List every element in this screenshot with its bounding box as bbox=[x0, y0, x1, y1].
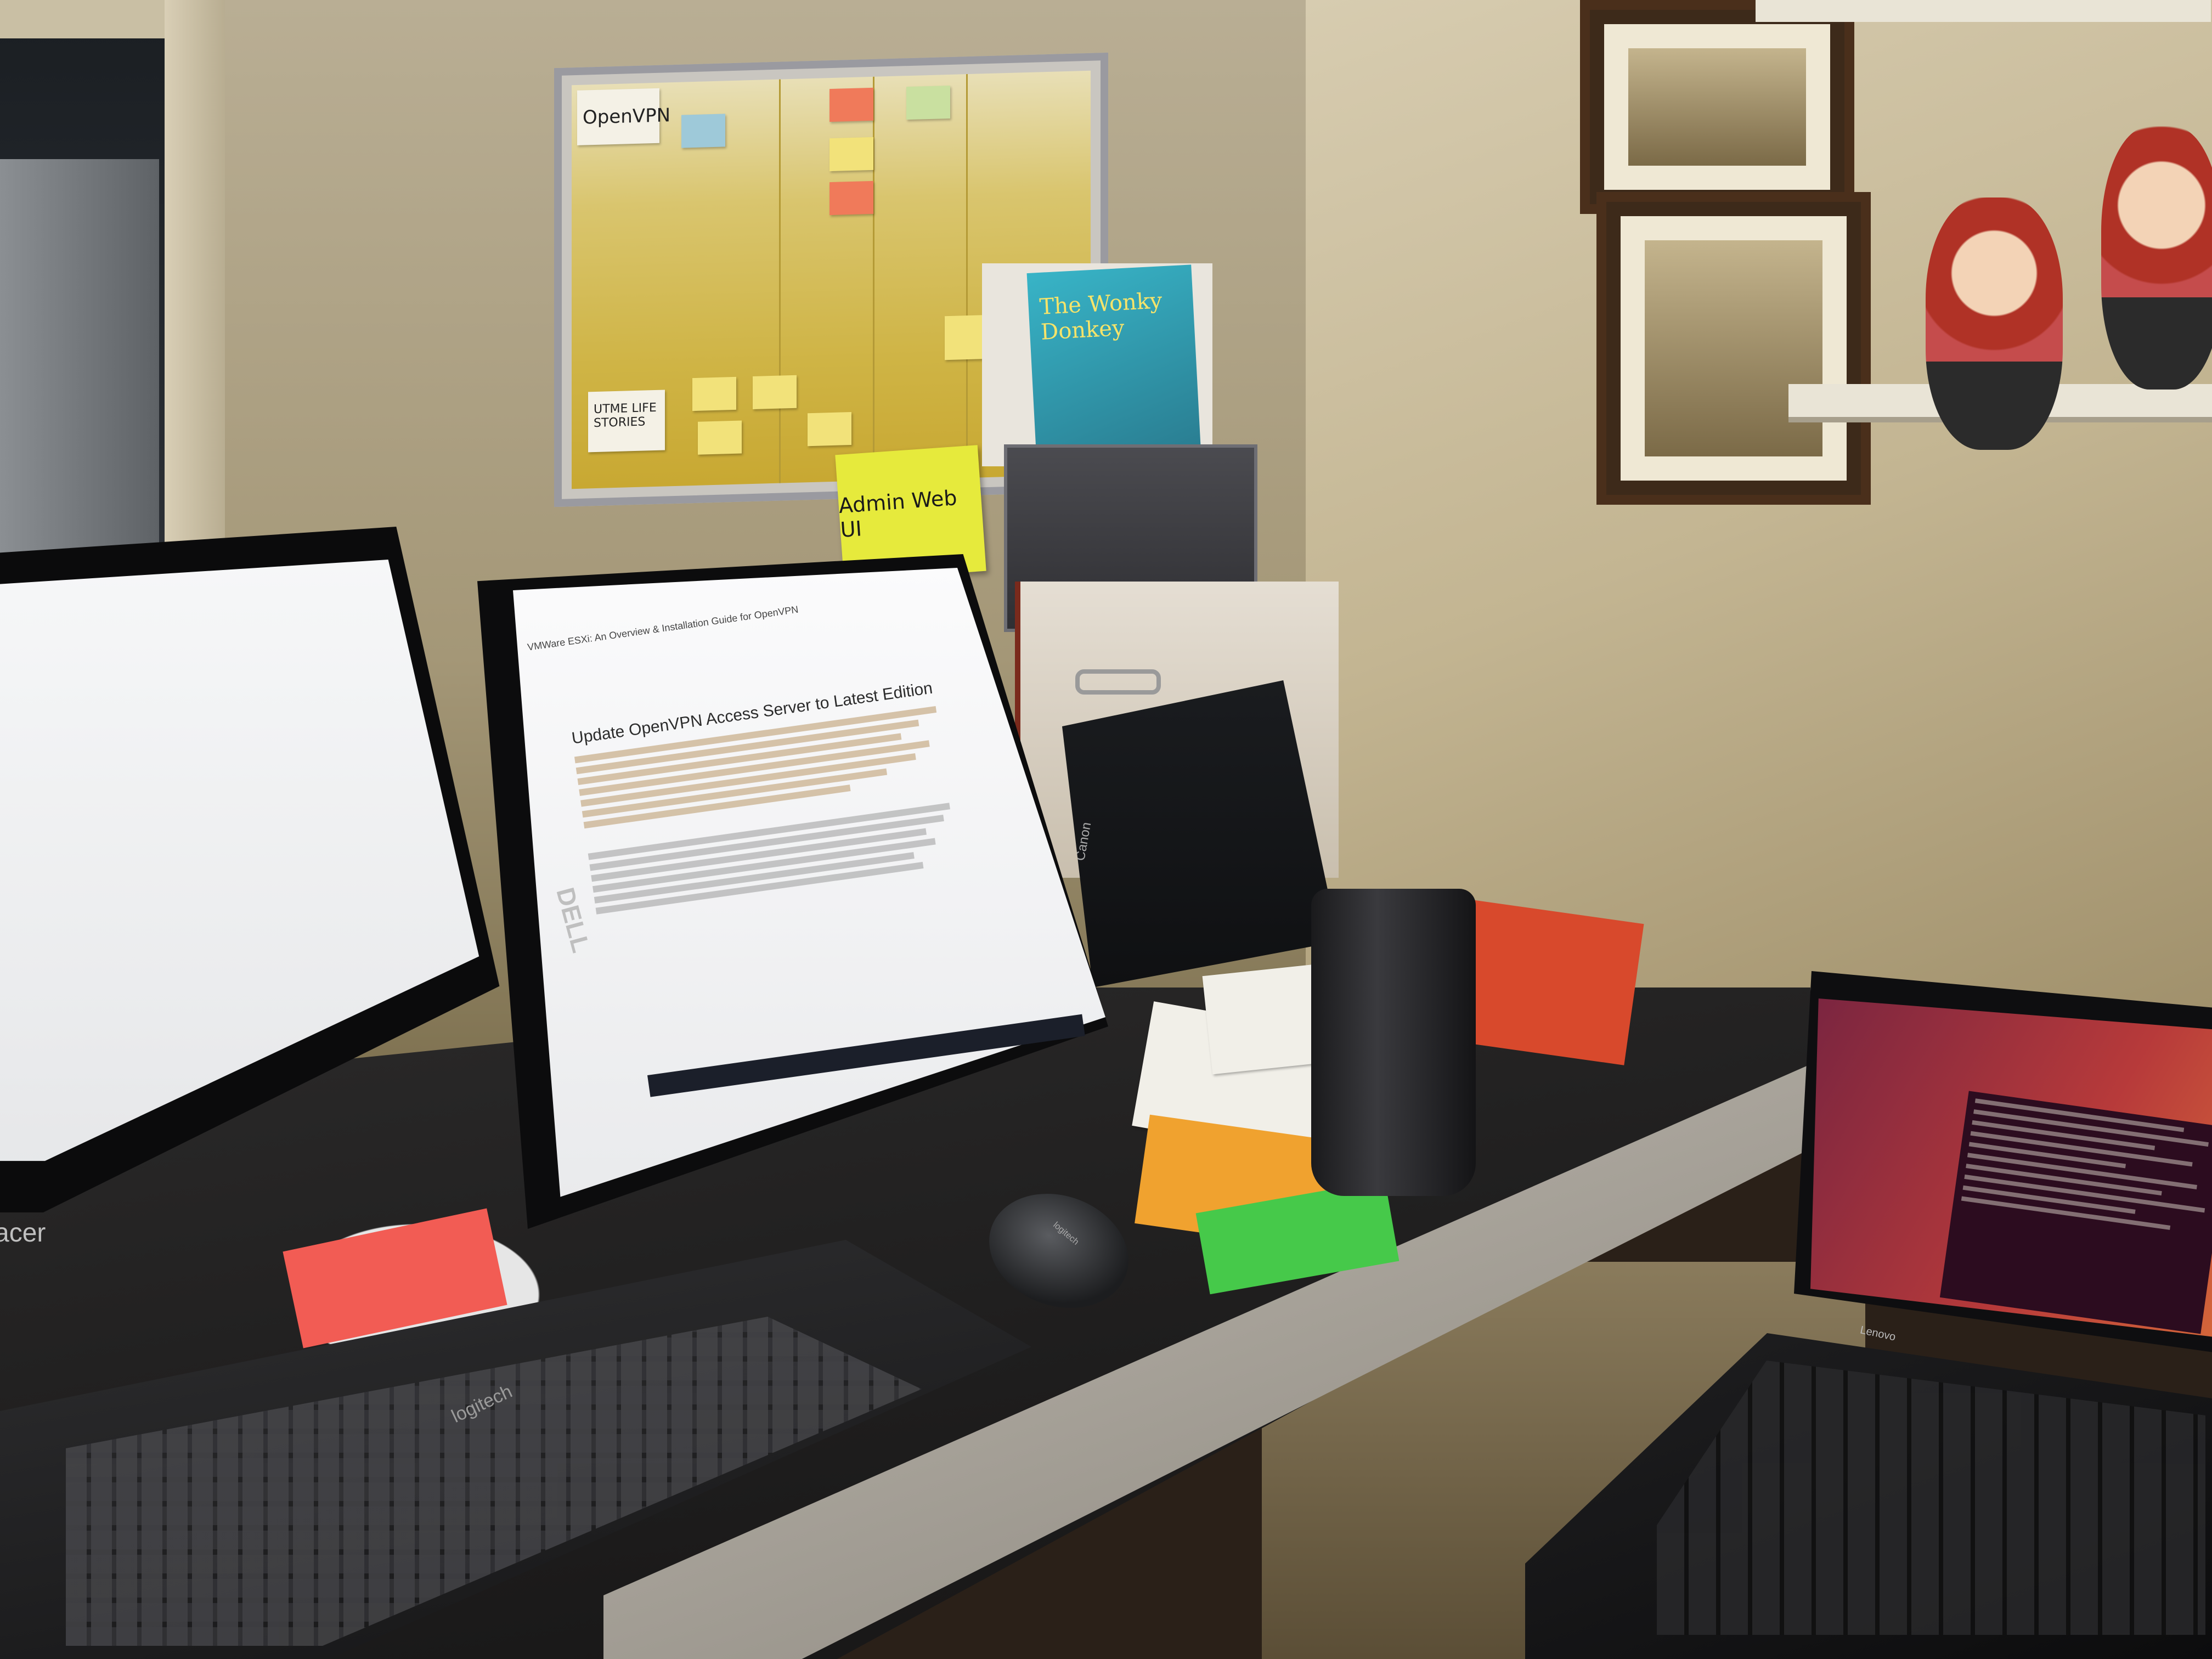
upper-shelf bbox=[1756, 0, 2211, 22]
childrens-book: The Wonky Donkey bbox=[1026, 264, 1201, 454]
picture-frame bbox=[1596, 192, 1871, 505]
framed-photo bbox=[1645, 240, 1822, 456]
desk-scene-photo: OpenVPN UTME LIFE STORIES Admin Web UI T… bbox=[0, 0, 2212, 1659]
sticky-note bbox=[830, 137, 873, 172]
board-lower-label: UTME LIFE STORIES bbox=[594, 400, 657, 431]
board-divider bbox=[966, 74, 968, 478]
sticky-note bbox=[753, 375, 797, 409]
sticky-note bbox=[906, 85, 950, 120]
sticky-note bbox=[698, 420, 742, 455]
cabinet-handle bbox=[1075, 669, 1161, 695]
board-divider bbox=[779, 79, 781, 483]
board-header-note: OpenVPN bbox=[577, 88, 670, 145]
book-title: The Wonky Donkey bbox=[1039, 288, 1163, 345]
refrigerator bbox=[0, 159, 159, 554]
left-monitor-brand: acer bbox=[0, 1218, 46, 1248]
sticky-note bbox=[808, 411, 851, 447]
picture-frame bbox=[1580, 0, 1854, 214]
sticky-note bbox=[830, 87, 873, 122]
rag-doll bbox=[1926, 198, 2063, 450]
sticky-note bbox=[681, 114, 725, 148]
rag-doll bbox=[2101, 126, 2212, 390]
black-tumbler-cup bbox=[1311, 889, 1476, 1196]
door-frame bbox=[165, 0, 225, 576]
framed-photo bbox=[1628, 48, 1806, 166]
sticky-note bbox=[692, 376, 736, 411]
board-header-label: OpenVPN bbox=[583, 104, 671, 129]
board-lower-note: UTME LIFE STORIES bbox=[588, 390, 665, 453]
terminal-window bbox=[1939, 1091, 2212, 1334]
door-frame-top bbox=[0, 0, 165, 38]
sticky-note bbox=[830, 180, 873, 216]
sticky-note bbox=[945, 315, 983, 360]
